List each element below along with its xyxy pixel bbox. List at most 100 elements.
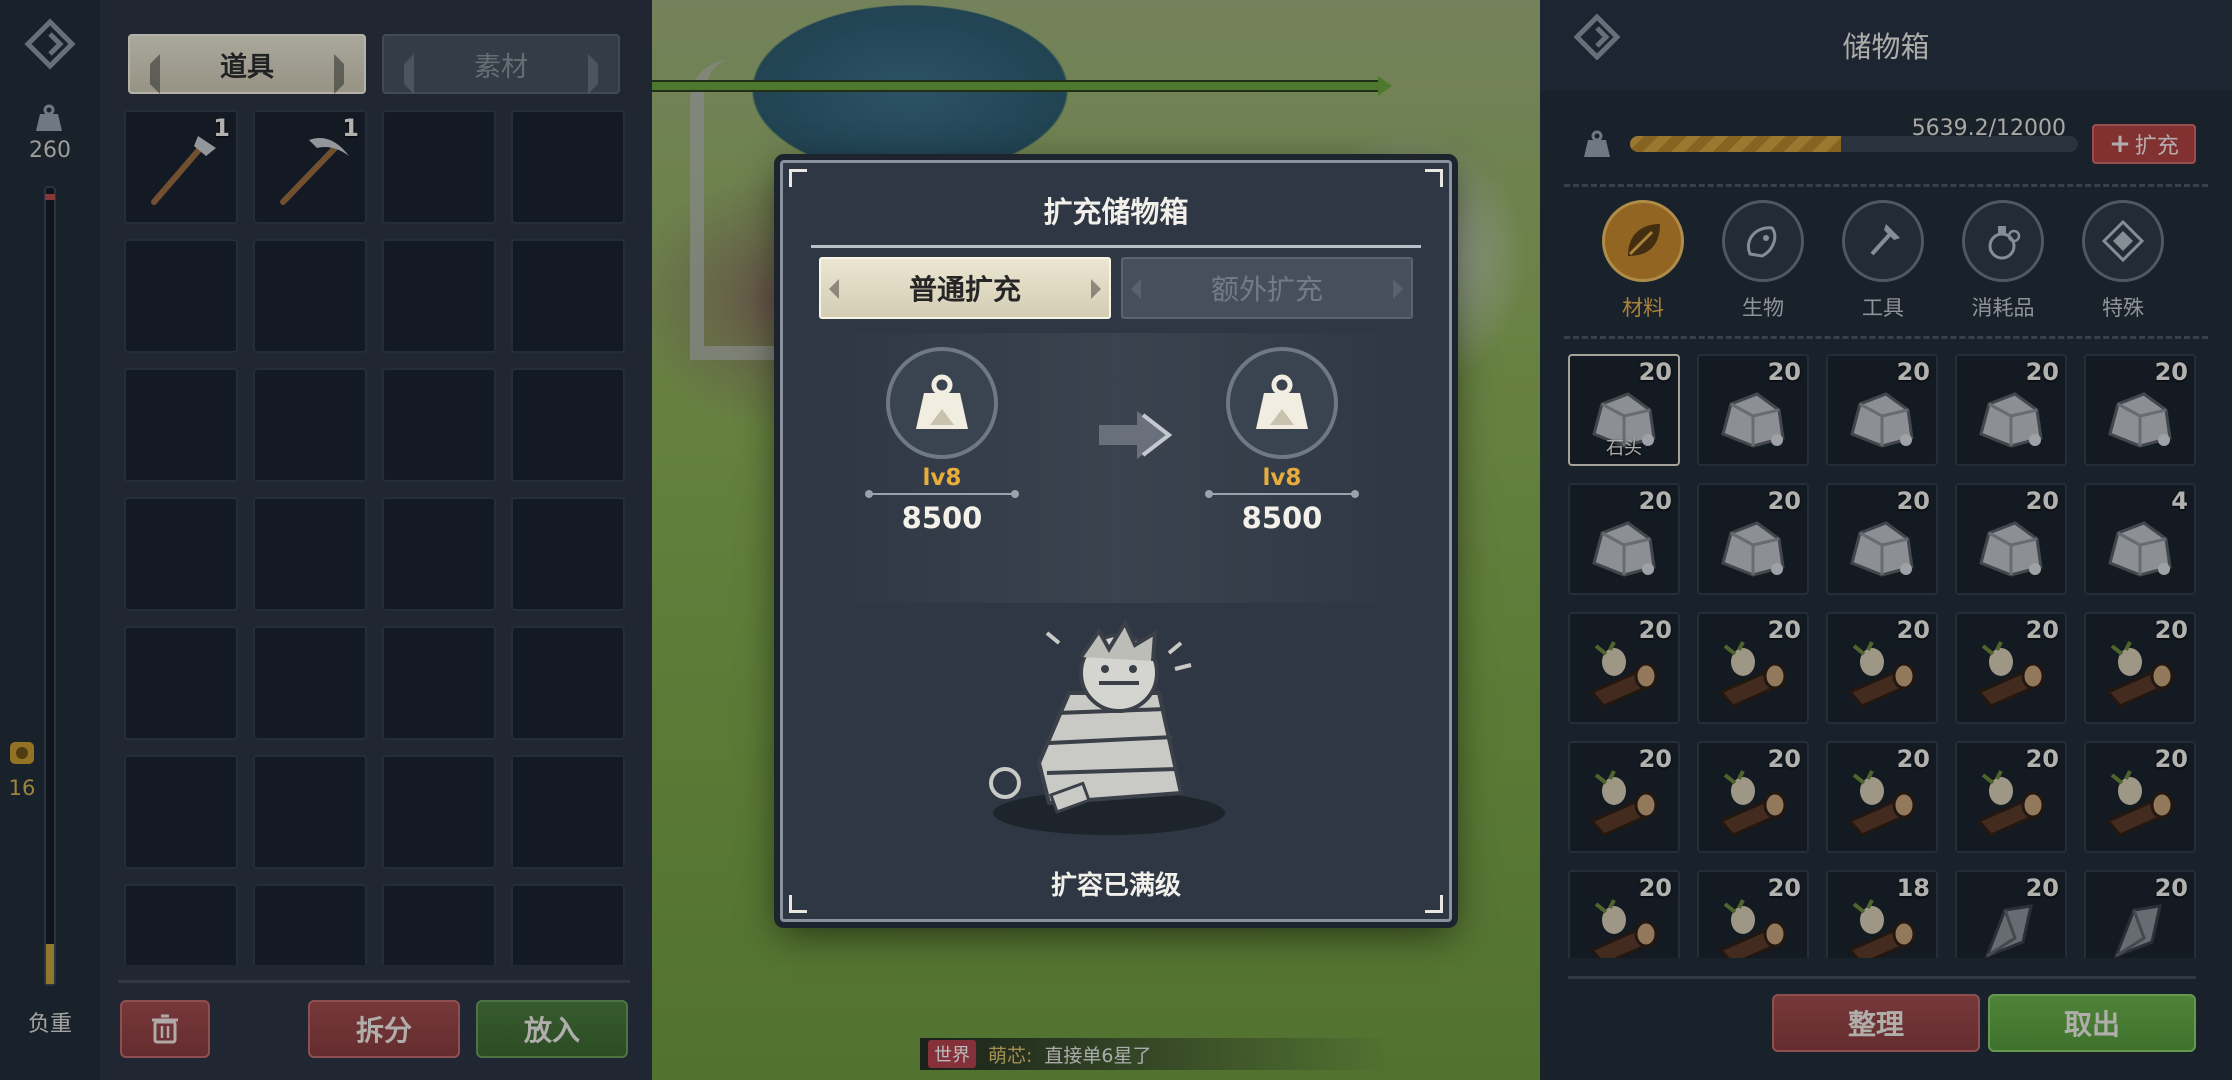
item-quantity: 1	[213, 114, 230, 142]
storage-slot-stone[interactable]: 20	[1697, 354, 1809, 466]
inventory-slot-empty[interactable]	[124, 884, 238, 965]
item-quantity: 20	[1767, 487, 1801, 515]
storage-slot-log[interactable]: 20	[1697, 741, 1809, 853]
stone-icon	[1979, 521, 2043, 577]
storage-slot-log[interactable]: 20	[1697, 870, 1809, 958]
category-tools[interactable]: 工具	[1838, 200, 1928, 322]
inventory-slot-empty[interactable]	[382, 626, 496, 740]
storage-divider	[1568, 976, 2196, 979]
inventory-slot-empty[interactable]	[511, 239, 625, 353]
weight-icon	[916, 374, 968, 429]
storage-slot-log[interactable]: 20	[2084, 741, 2196, 853]
inventory-slot-empty[interactable]	[511, 368, 625, 482]
item-quantity: 20	[2154, 616, 2188, 644]
log-icon	[1976, 641, 2045, 708]
inventory-slot-empty[interactable]	[511, 110, 625, 224]
take-out-button[interactable]: 取出	[1988, 994, 2196, 1052]
log-icon	[1589, 641, 1658, 708]
storage-slot-stone[interactable]: 20	[1568, 483, 1680, 595]
inventory-slot-empty[interactable]	[382, 110, 496, 224]
inventory-slot-empty[interactable]	[124, 755, 238, 869]
inventory-slot-empty[interactable]	[124, 368, 238, 482]
inventory-slot-filled[interactable]: 1	[253, 110, 367, 224]
category-label: 生物	[1742, 296, 1784, 320]
storage-slot-log[interactable]: 20	[1955, 612, 2067, 724]
tab-props[interactable]: 道具	[128, 34, 366, 94]
item-quantity: 20	[1767, 874, 1801, 902]
inventory-slot-empty[interactable]	[511, 884, 625, 965]
inventory-slot-empty[interactable]	[253, 368, 367, 482]
inventory-slot-empty[interactable]	[253, 497, 367, 611]
inventory-slot-filled[interactable]: 1	[124, 110, 238, 224]
storage-slot-log[interactable]: 20	[1568, 612, 1680, 724]
stone-icon	[1850, 521, 1914, 577]
storage-slot-stone[interactable]: 20	[1955, 354, 2067, 466]
next-capacity: 8500	[1241, 501, 1323, 535]
storage-grid: 20 石头 20 20 20 20 20 20 20 20 4 20 20 20 20 20 20 20 20 20 2…	[1568, 354, 2196, 958]
inventory-slot-empty[interactable]	[253, 884, 367, 965]
inventory-slot-empty[interactable]	[124, 497, 238, 611]
inventory-slot-empty[interactable]	[382, 755, 496, 869]
storage-slot-flint[interactable]: 20	[2084, 870, 2196, 958]
inventory-slot-empty[interactable]	[124, 239, 238, 353]
storage-slot-stone[interactable]: 20	[2084, 354, 2196, 466]
storage-slot-stone[interactable]: 20	[1697, 483, 1809, 595]
inventory-slot-empty[interactable]	[253, 626, 367, 740]
inventory-slot-empty[interactable]	[382, 884, 496, 965]
inventory-slot-empty[interactable]	[511, 497, 625, 611]
storage-slot-log[interactable]: 20	[1955, 741, 2067, 853]
log-icon	[1718, 770, 1787, 837]
category-consumables[interactable]: 消耗品	[1958, 200, 2048, 322]
item-quantity: 4	[2171, 487, 2188, 515]
plus-icon: +	[2109, 129, 2131, 159]
tab-normal-expand[interactable]: 普通扩充	[819, 257, 1111, 319]
inventory-slot-empty[interactable]	[382, 497, 496, 611]
inventory-slot-empty[interactable]	[382, 368, 496, 482]
chat-ticker[interactable]: 世界 萌芯: 直接单6星了	[920, 1038, 1390, 1070]
item-quantity: 20	[2025, 745, 2059, 773]
storage-slot-log[interactable]: 20	[1826, 612, 1938, 724]
tab-materials[interactable]: 素材	[382, 34, 620, 94]
capacity-value: 260	[29, 138, 71, 163]
next-level-block: lv8 8500	[1205, 347, 1359, 535]
expand-button[interactable]: + 扩充	[2092, 124, 2196, 164]
storage-slot-flint[interactable]: 20	[1955, 870, 2067, 958]
logo-icon[interactable]	[24, 18, 76, 70]
next-level: lv8	[1262, 465, 1302, 491]
inventory-slot-empty[interactable]	[511, 755, 625, 869]
storage-slot-log[interactable]: 20	[1568, 870, 1680, 958]
item-quantity: 20	[2154, 874, 2188, 902]
log-icon	[1847, 770, 1916, 837]
inventory-slot-empty[interactable]	[253, 755, 367, 869]
log-icon	[1847, 899, 1916, 958]
category-materials[interactable]: 材料	[1598, 200, 1688, 322]
tab-extra-expand[interactable]: 额外扩充	[1121, 257, 1413, 319]
item-quantity: 20	[1896, 487, 1930, 515]
storage-slot-log[interactable]: 20	[1697, 612, 1809, 724]
storage-slot-log[interactable]: 20	[1568, 741, 1680, 853]
creature-icon	[1747, 226, 1777, 258]
item-quantity: 20	[1896, 616, 1930, 644]
put-in-button[interactable]: 放入	[476, 1000, 628, 1058]
delete-button[interactable]	[120, 1000, 210, 1058]
storage-slot-stone[interactable]: 20	[1955, 483, 2067, 595]
storage-slot-log[interactable]: 18	[1826, 870, 1938, 958]
flint-icon	[2113, 904, 2162, 958]
split-button[interactable]: 拆分	[308, 1000, 460, 1058]
item-quantity: 20	[1767, 358, 1801, 386]
coin-value: 16	[8, 776, 36, 800]
category-creatures[interactable]: 生物	[1718, 200, 1808, 322]
dashed-divider	[1564, 184, 2208, 187]
storage-slot-log[interactable]: 20	[1826, 741, 1938, 853]
inventory-slot-empty[interactable]	[511, 626, 625, 740]
sort-button[interactable]: 整理	[1772, 994, 1980, 1052]
storage-slot-stone[interactable]: 20	[1826, 354, 1938, 466]
category-special[interactable]: 特殊	[2078, 200, 2168, 322]
storage-slot-log[interactable]: 20	[2084, 612, 2196, 724]
storage-slot-stone[interactable]: 4	[2084, 483, 2196, 595]
inventory-slot-empty[interactable]	[253, 239, 367, 353]
inventory-slot-empty[interactable]	[124, 626, 238, 740]
inventory-slot-empty[interactable]	[382, 239, 496, 353]
storage-slot-stone[interactable]: 20 石头	[1568, 354, 1680, 466]
storage-slot-stone[interactable]: 20	[1826, 483, 1938, 595]
